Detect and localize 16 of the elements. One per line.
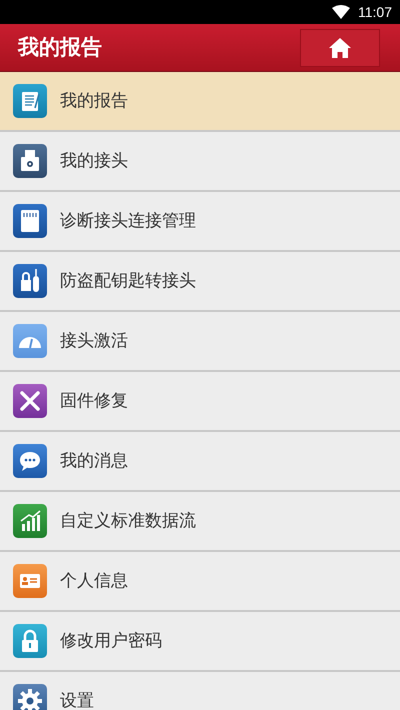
adapter-icon <box>13 144 47 178</box>
header-title: 我的报告 <box>18 34 102 61</box>
wifi-icon <box>332 5 350 19</box>
settings-icon <box>13 684 47 710</box>
home-button[interactable] <box>300 28 380 66</box>
bar-chart-icon <box>13 504 47 538</box>
document-icon <box>13 84 47 118</box>
memory-card-icon <box>13 204 47 238</box>
gauge-icon <box>13 324 47 358</box>
menu-item[interactable]: 我的报告 <box>0 72 400 132</box>
padlock-icon <box>13 264 47 298</box>
chat-bubble-icon <box>13 444 47 478</box>
padlock-icon <box>13 624 47 658</box>
home-icon <box>328 36 352 58</box>
id-card-icon <box>13 564 47 598</box>
clock: 11:07 <box>358 2 392 22</box>
